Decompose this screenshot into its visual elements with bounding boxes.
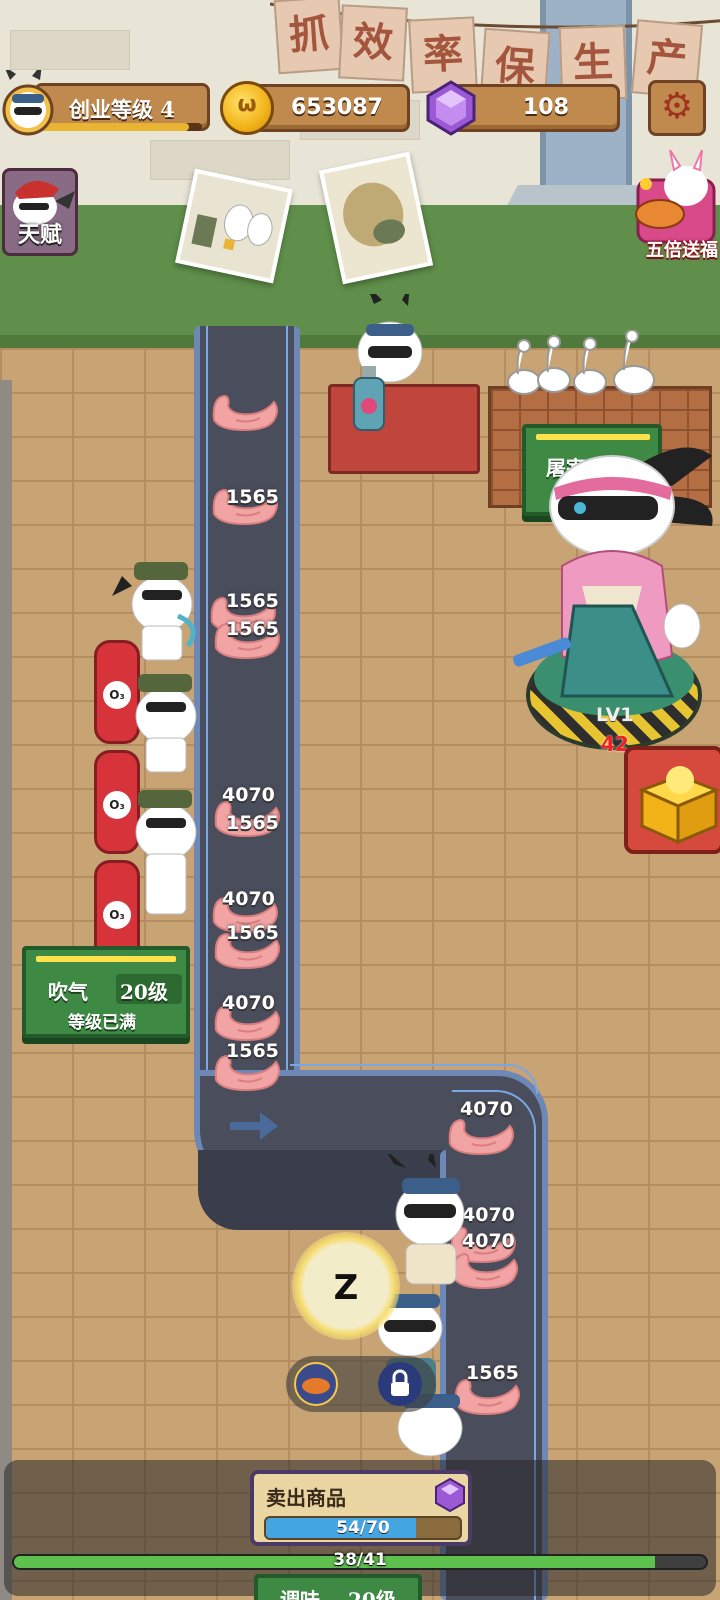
item-value-label: 1565: [226, 486, 279, 508]
banner-flag: 效: [338, 4, 408, 82]
inflatable-goose-icon: [208, 390, 284, 434]
gift-button[interactable]: 五倍送福: [630, 150, 718, 262]
level-progress-bar: [40, 123, 202, 131]
item-value-label: 4070: [222, 784, 275, 806]
sell-title: 卖出商品: [266, 1486, 346, 1510]
geese-icon: [507, 330, 655, 395]
sell-goods-panel[interactable]: 卖出商品 54/70: [250, 1470, 472, 1546]
gear-icon: ⚙: [660, 86, 694, 127]
item-value-label: 1565: [226, 922, 279, 944]
sell-progress-text: 54/70: [336, 1518, 390, 1538]
player-avatar-icon[interactable]: [2, 64, 54, 136]
gift-rabbit-icon: [635, 150, 716, 244]
item-value-label: 1565: [226, 590, 279, 612]
sell-progress-bar: 54/70: [264, 1516, 462, 1540]
banner-flag: 抓: [273, 0, 345, 75]
worker-slot-bar: [286, 1356, 436, 1412]
slogan-banner: 抓 效 率 保 生 产: [270, 0, 720, 107]
gem-icon: [435, 1478, 465, 1512]
coin-count: 653087: [291, 95, 383, 120]
station-bar: [36, 956, 176, 962]
gem-count: 108: [523, 95, 569, 120]
overall-progress-text: 38/41: [333, 1550, 387, 1570]
treasure-chest-icon: [638, 766, 720, 845]
seasoning-station-sign[interactable]: 调味 20级: [254, 1574, 422, 1600]
item-value-label: 4070: [460, 1098, 513, 1120]
item-value-label: 4070: [222, 992, 275, 1014]
item-value-label: 4070: [222, 888, 275, 910]
workbench: [328, 384, 480, 474]
skill-glyph: Z: [333, 1268, 359, 1308]
settings-button[interactable]: ⚙: [648, 80, 706, 136]
food-slot-icon[interactable]: [294, 1362, 338, 1406]
floor-wall-edge: [0, 380, 12, 1600]
inflate-station-name: 吹气: [48, 980, 88, 1004]
spray-bottle-icon: [353, 366, 385, 431]
gift-label: 五倍送福: [646, 240, 718, 261]
inflate-workers-icon: [112, 562, 197, 915]
inflate-station-status: 等级已满: [68, 1013, 136, 1033]
skill-button[interactable]: Z: [292, 1232, 400, 1340]
gem-icon: [424, 80, 478, 136]
talent-button[interactable]: 天赋: [2, 168, 78, 256]
item-value-label: 1565: [226, 1040, 279, 1062]
coin-pill[interactable]: 653087: [250, 84, 410, 132]
inflatable-goose-icon: [444, 1114, 520, 1158]
coin-icon: ω: [220, 81, 274, 135]
inflate-station-sign[interactable]: 吹气 20级 等级已满: [22, 946, 190, 1038]
level-label: 创业等级 4: [69, 97, 175, 122]
seasoning-station-level: 20级: [348, 1588, 396, 1600]
boss-rabbit-icon[interactable]: [512, 436, 718, 716]
item-value-label: 1565: [226, 812, 279, 834]
lock-icon[interactable]: [378, 1362, 422, 1406]
talent-label: 天赋: [17, 222, 62, 248]
item-value-label: 1565: [226, 618, 279, 640]
treasure-chest-button[interactable]: [624, 746, 720, 854]
inflate-station-level: 20级: [120, 980, 168, 1004]
belt-rail: [290, 1064, 538, 1094]
level-progress-fill: [40, 123, 190, 131]
wall-photo: [175, 168, 293, 284]
seasoning-station-name: 调味: [280, 1588, 320, 1600]
belt-arrow-icon: [230, 1112, 278, 1140]
boss-level-label: LV1: [596, 704, 634, 726]
